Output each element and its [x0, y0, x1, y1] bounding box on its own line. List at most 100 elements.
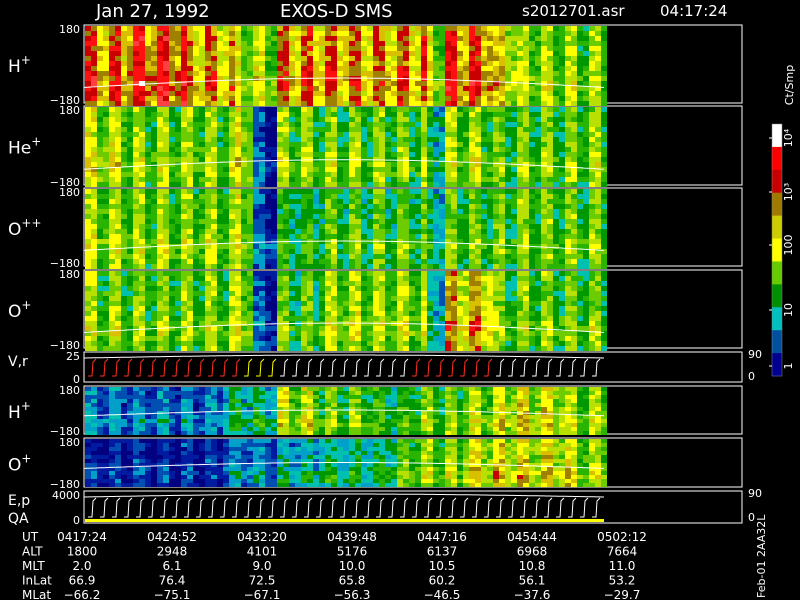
heat-cell [145, 199, 151, 204]
heat-cell [205, 66, 211, 71]
heat-cell [169, 117, 175, 122]
heat-cell [475, 66, 481, 71]
heat-cell [385, 167, 391, 172]
heat-cell [133, 276, 139, 281]
heat-cell [445, 91, 451, 96]
heat-cell [277, 101, 283, 106]
heat-cell [181, 306, 187, 311]
heat-cell [499, 204, 505, 209]
heat-cell [259, 167, 265, 172]
heat-cell [229, 311, 235, 316]
heat-cell [487, 229, 493, 234]
heat-cell [505, 122, 511, 127]
heat-cell [103, 127, 109, 132]
heat-cell [439, 81, 445, 86]
heat-cell [445, 167, 451, 172]
heat-cell [433, 239, 439, 244]
heat-cell [235, 291, 241, 296]
heat-cell [409, 162, 415, 167]
heat-cell [421, 132, 427, 137]
heat-cell [103, 346, 109, 351]
heat-cell [421, 122, 427, 127]
heat-cell [235, 249, 241, 254]
heat-cell [133, 224, 139, 229]
heat-cell [151, 107, 157, 112]
heat-cell [133, 117, 139, 122]
heat-cell [511, 182, 517, 187]
heat-cell [163, 234, 169, 239]
heat-cell [397, 259, 403, 264]
heat-cell [325, 336, 331, 341]
heat-cell [259, 306, 265, 311]
heat-cell [403, 259, 409, 264]
heat-cell [283, 31, 289, 36]
heat-cell [337, 316, 343, 321]
heat-cell [469, 152, 475, 157]
heat-cell [199, 177, 205, 182]
heat-cell [391, 177, 397, 182]
heat-cell [91, 244, 97, 249]
heat-cell [475, 101, 481, 106]
heat-cell [157, 41, 163, 46]
heat-cell [505, 51, 511, 56]
heat-cell [475, 199, 481, 204]
heat-cell [529, 56, 535, 61]
heat-cell [559, 66, 565, 71]
heat-cell [115, 321, 121, 326]
heat-cell [367, 219, 373, 224]
heat-cell [163, 286, 169, 291]
heat-cell [259, 301, 265, 306]
heat-cell [571, 36, 577, 41]
heat-cell [433, 219, 439, 224]
heat-cell [367, 107, 373, 112]
heat-cell [379, 127, 385, 132]
heat-cell [577, 127, 583, 132]
heat-cell [259, 336, 265, 341]
heat-cell [337, 117, 343, 122]
heat-cell [403, 229, 409, 234]
heat-cell [301, 264, 307, 269]
heat-cell [85, 157, 91, 162]
heat-cell [295, 162, 301, 167]
heat-cell [211, 204, 217, 209]
heat-cell [595, 96, 601, 101]
heat-cell [601, 214, 607, 219]
heat-cell [541, 56, 547, 61]
heat-cell [127, 306, 133, 311]
heat-cell [283, 296, 289, 301]
heat-cell [565, 239, 571, 244]
heat-cell [217, 271, 223, 276]
heat-cell [499, 264, 505, 269]
heat-cell [433, 152, 439, 157]
heat-cell [349, 132, 355, 137]
heat-cell [307, 46, 313, 51]
heat-cell [391, 147, 397, 152]
heat-cell [493, 56, 499, 61]
heat-cell [445, 244, 451, 249]
heat-cell [289, 36, 295, 41]
heat-cell [97, 172, 103, 177]
heat-cell [175, 214, 181, 219]
heat-cell [265, 56, 271, 61]
heat-cell [559, 177, 565, 182]
heat-cell [427, 214, 433, 219]
heat-cell [277, 71, 283, 76]
heat-cell [235, 46, 241, 51]
heat-cell [91, 172, 97, 177]
heat-cell [553, 214, 559, 219]
heat-cell [223, 209, 229, 214]
heat-cell [505, 224, 511, 229]
heat-cell [343, 132, 349, 137]
heat-cell [199, 101, 205, 106]
heat-cell [247, 276, 253, 281]
heat-cell [367, 254, 373, 259]
heat-cell [295, 117, 301, 122]
heat-cell [487, 147, 493, 152]
heat-cell [193, 147, 199, 152]
heat-cell [163, 56, 169, 61]
heat-cell [235, 346, 241, 351]
heat-cell [133, 281, 139, 286]
heat-cell [553, 26, 559, 31]
heat-cell [229, 326, 235, 331]
heat-cell [235, 264, 241, 269]
